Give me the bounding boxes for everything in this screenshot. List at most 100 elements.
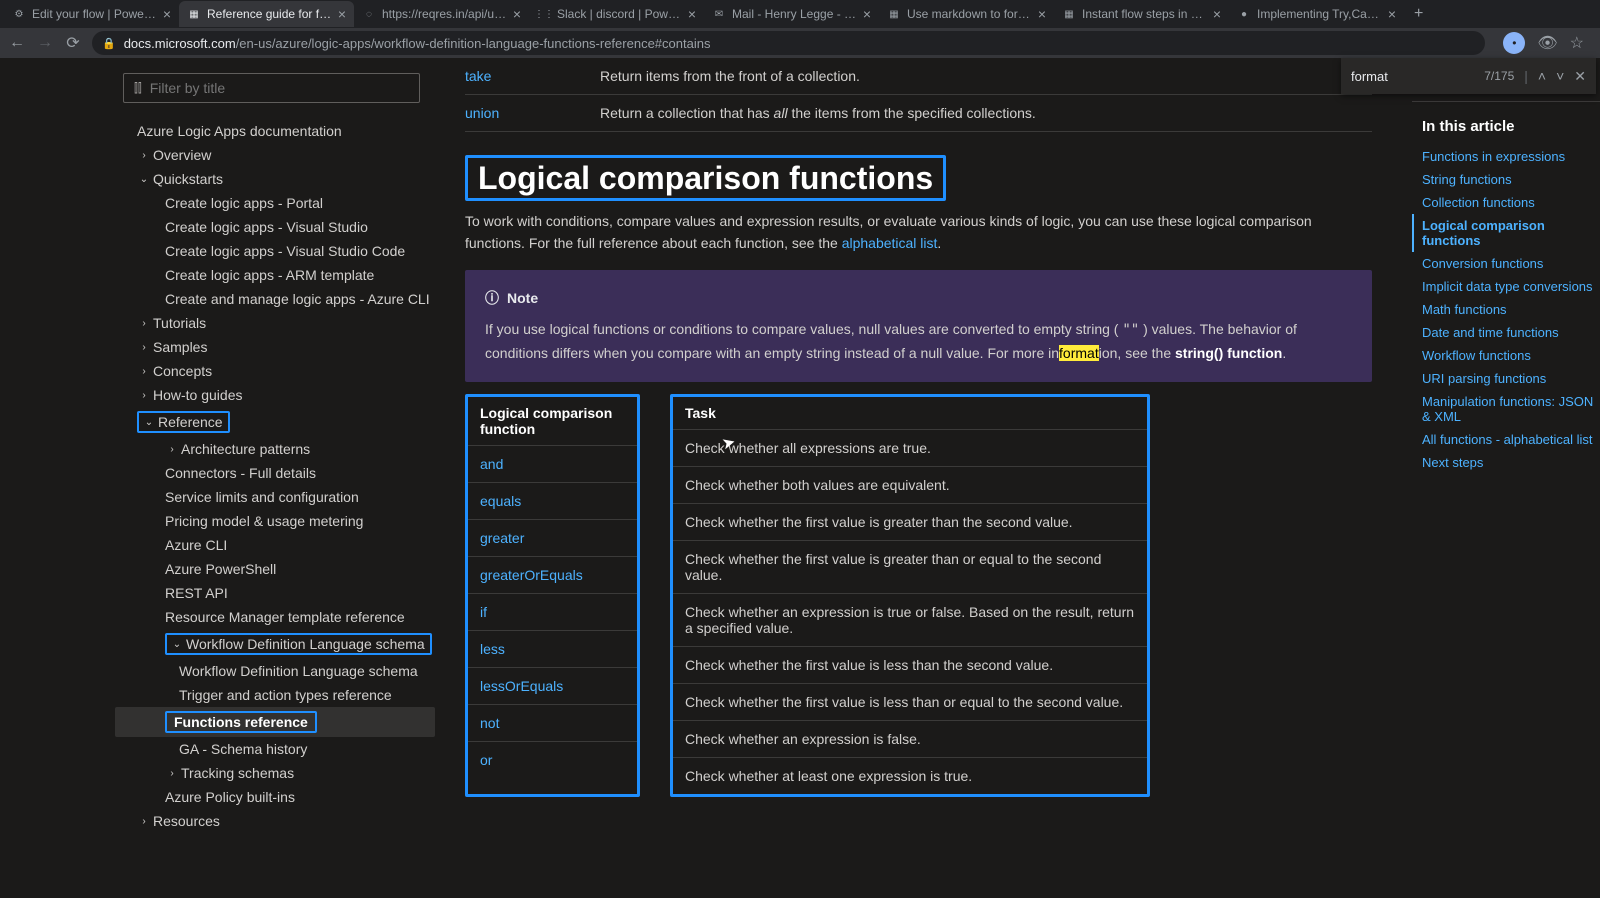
nav-tracking[interactable]: ›Tracking schemas xyxy=(115,761,435,785)
nav-arch[interactable]: ›Architecture patterns xyxy=(115,437,435,461)
find-next-icon[interactable]: ˅ xyxy=(1556,68,1564,84)
tab-3[interactable]: ⋮⋮Slack | discord | Power Au× xyxy=(529,1,704,27)
nav-samples[interactable]: ›Samples xyxy=(115,335,435,359)
nav-qs-4[interactable]: Create and manage logic apps - Azure CLI xyxy=(115,287,435,311)
fn-link-greaterorequals[interactable]: greaterOrEquals xyxy=(480,567,583,583)
close-icon[interactable]: × xyxy=(1213,6,1221,22)
function-link-take[interactable]: take xyxy=(465,68,600,84)
chevron-down-icon: ⌄ xyxy=(142,417,156,428)
tab-0[interactable]: ⚙Edit your flow | Power Aut× xyxy=(4,1,179,27)
chevron-right-icon: › xyxy=(137,318,151,329)
nav-qs-2[interactable]: Create logic apps - Visual Studio Code xyxy=(115,239,435,263)
tab-title: Mail - Henry Legge - Outl xyxy=(732,7,857,21)
close-icon[interactable]: × xyxy=(513,6,521,22)
favicon-slack-icon: ⋮⋮ xyxy=(537,7,551,21)
toc-item[interactable]: All functions - alphabetical list xyxy=(1412,428,1600,451)
note-label: Note xyxy=(507,290,538,306)
filter-input[interactable] xyxy=(150,80,409,96)
fn-link-and[interactable]: and xyxy=(480,456,503,472)
nav-doc-home[interactable]: Azure Logic Apps documentation xyxy=(115,119,435,143)
nav-ref-0[interactable]: Connectors - Full details xyxy=(115,461,435,485)
nav-overview[interactable]: ›Overview xyxy=(115,143,435,167)
nav-resources[interactable]: ›Resources xyxy=(115,809,435,833)
table-row: not xyxy=(468,704,637,741)
toc-item[interactable]: Collection functions xyxy=(1412,191,1600,214)
fn-link-less[interactable]: less xyxy=(480,641,505,657)
toc-item[interactable]: Implicit data type conversions xyxy=(1412,275,1600,298)
close-icon[interactable]: × xyxy=(338,6,346,22)
fn-link-not[interactable]: not xyxy=(480,715,499,731)
toc-item[interactable]: Logical comparison functions xyxy=(1412,214,1600,252)
nav-reference[interactable]: ⌄Reference xyxy=(115,407,435,437)
alphabetical-list-link[interactable]: alphabetical list xyxy=(842,235,938,251)
address-bar[interactable]: 🔒 docs.microsoft.com/en-us/azure/logic-a… xyxy=(92,31,1485,55)
toc-item[interactable]: Math functions xyxy=(1412,298,1600,321)
nav-howto[interactable]: ›How-to guides xyxy=(115,383,435,407)
nav-qs-3[interactable]: Create logic apps - ARM template xyxy=(115,263,435,287)
fn-link-greater[interactable]: greater xyxy=(480,530,524,546)
find-count: 7/175 xyxy=(1484,69,1514,83)
toc-item[interactable]: URI parsing functions xyxy=(1412,367,1600,390)
nav-concepts[interactable]: ›Concepts xyxy=(115,359,435,383)
prev-table-row: take Return items from the front of a co… xyxy=(465,58,1372,94)
nav-qs-1[interactable]: Create logic apps - Visual Studio xyxy=(115,215,435,239)
toc-item[interactable]: Conversion functions xyxy=(1412,252,1600,275)
toc-item[interactable]: Manipulation functions: JSON & XML xyxy=(1412,390,1600,428)
forward-icon[interactable]: → xyxy=(36,34,54,52)
main-content: take Return items from the front of a co… xyxy=(435,58,1412,898)
tab-2[interactable]: ◌https://reqres.in/api/users× xyxy=(354,1,529,27)
nav-ref-5[interactable]: REST API xyxy=(115,581,435,605)
fn-link-if[interactable]: if xyxy=(480,604,487,620)
nav-wdls-3[interactable]: GA - Schema history xyxy=(115,737,435,761)
nav-ref-2[interactable]: Pricing model & usage metering xyxy=(115,509,435,533)
new-tab-button[interactable]: + xyxy=(1404,5,1433,23)
nav-ref-1[interactable]: Service limits and configuration xyxy=(115,485,435,509)
toc-item[interactable]: Functions in expressions xyxy=(1412,145,1600,168)
table-row: if xyxy=(468,593,637,630)
toc-item[interactable]: Workflow functions xyxy=(1412,344,1600,367)
nav-wdls-1[interactable]: Trigger and action types reference xyxy=(115,683,435,707)
tab-7[interactable]: ●Implementing Try,Catch an× xyxy=(1229,1,1404,27)
close-icon[interactable]: × xyxy=(1038,6,1046,22)
nav-ref-4[interactable]: Azure PowerShell xyxy=(115,557,435,581)
chevron-down-icon: ⌄ xyxy=(170,639,184,650)
tab-6[interactable]: ▦Instant flow steps in busine× xyxy=(1054,1,1229,27)
find-prev-icon[interactable]: ˄ xyxy=(1538,68,1546,84)
string-function-link[interactable]: string() function xyxy=(1175,345,1282,361)
fn-link-lessorequals[interactable]: lessOrEquals xyxy=(480,678,563,694)
find-input[interactable] xyxy=(1351,69,1441,84)
nav-ref-6[interactable]: Resource Manager template reference xyxy=(115,605,435,629)
fn-link-or[interactable]: or xyxy=(480,752,492,768)
back-icon[interactable]: ← xyxy=(8,34,26,52)
close-icon[interactable]: × xyxy=(163,6,171,22)
nav-ref-3[interactable]: Azure CLI xyxy=(115,533,435,557)
fn-link-equals[interactable]: equals xyxy=(480,493,521,509)
nav-policy[interactable]: Azure Policy built-ins xyxy=(115,785,435,809)
tab-1[interactable]: ▦Reference guide for functi× xyxy=(179,1,354,27)
close-icon[interactable]: × xyxy=(688,6,696,22)
tab-title: Reference guide for functi xyxy=(207,7,332,21)
filter-box[interactable]: ⫿⫿ xyxy=(123,73,420,103)
function-link-union[interactable]: union xyxy=(465,105,600,121)
table-row: Check whether the first value is greater… xyxy=(673,503,1147,540)
close-icon[interactable]: × xyxy=(863,6,871,22)
toc-item[interactable]: String functions xyxy=(1412,168,1600,191)
bookmark-star-icon[interactable]: ☆ xyxy=(1570,33,1584,53)
nav-wdls-2[interactable]: Functions reference xyxy=(115,707,435,737)
tab-5[interactable]: ▦Use markdown to format P× xyxy=(879,1,1054,27)
chevron-right-icon: › xyxy=(137,366,151,377)
nav-wdls[interactable]: ⌄Workflow Definition Language schema xyxy=(115,629,435,659)
nav-quickstarts[interactable]: ⌄Quickstarts xyxy=(115,167,435,191)
tab-4[interactable]: ✉Mail - Henry Legge - Outl× xyxy=(704,1,879,27)
nav-wdls-0[interactable]: Workflow Definition Language schema xyxy=(115,659,435,683)
toc-item[interactable]: Next steps xyxy=(1412,451,1600,474)
profile-avatar[interactable]: • xyxy=(1503,32,1525,54)
find-close-icon[interactable]: ✕ xyxy=(1574,68,1586,85)
toc-item[interactable]: Date and time functions xyxy=(1412,321,1600,344)
close-icon[interactable]: × xyxy=(1388,6,1396,22)
chevron-down-icon: ⌄ xyxy=(137,174,151,185)
nav-tutorials[interactable]: ›Tutorials xyxy=(115,311,435,335)
nav-qs-0[interactable]: Create logic apps - Portal xyxy=(115,191,435,215)
incognito-disabled-icon[interactable]: 👁 xyxy=(1537,33,1557,53)
reload-icon[interactable]: ⟳ xyxy=(64,33,82,53)
